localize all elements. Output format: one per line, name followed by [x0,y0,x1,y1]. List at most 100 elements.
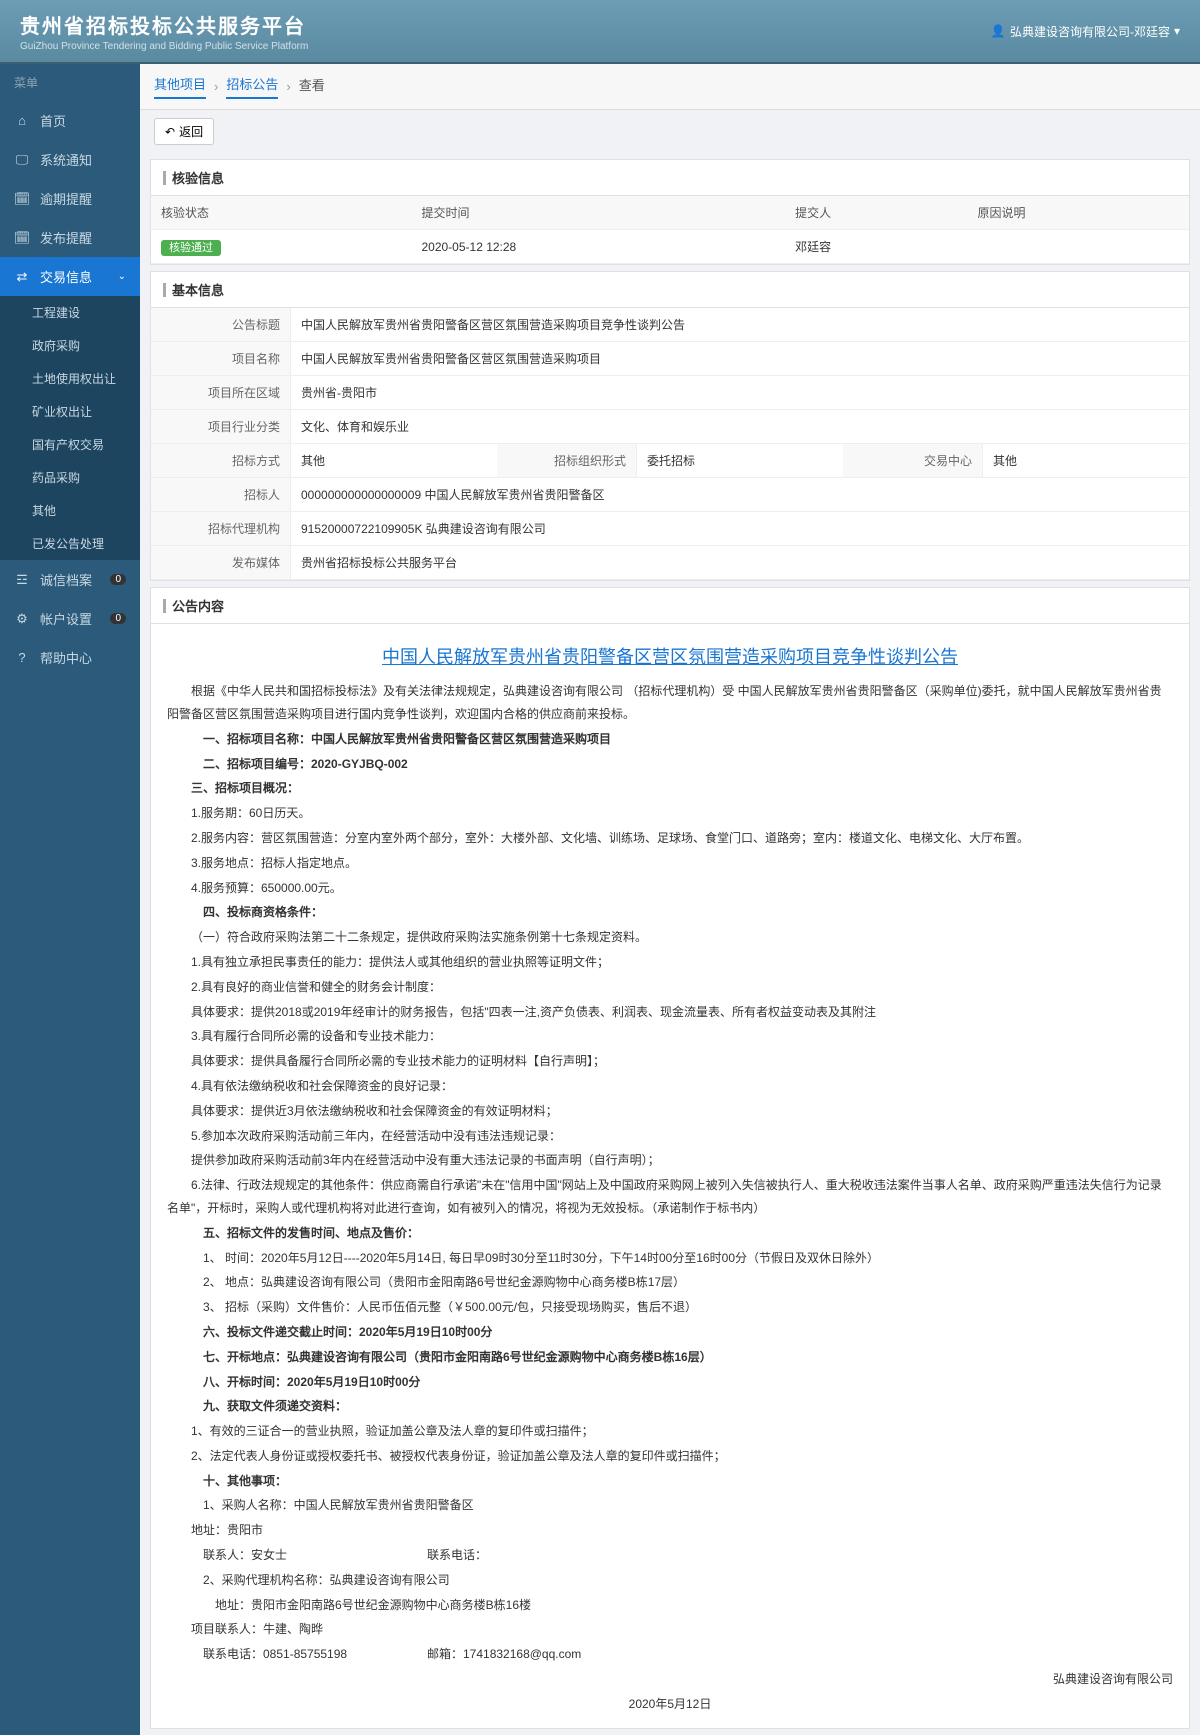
sidebar-label: 帐户设置 [40,609,92,628]
bell-icon: 🗓 [14,230,30,246]
sub-item-land[interactable]: 土地使用权出让 [18,362,140,395]
sub-label: 已发公告处理 [32,535,104,552]
label: 公告标题 [151,308,291,341]
value: 其他 [291,444,497,477]
p: （一）符合政府采购法第二十二条规定，提供政府采购法实施条例第十七条规定资料。 [167,926,1173,949]
sidebar: 菜单 ⌂首页 🖵系统通知 🗓逾期提醒 🗓 发布提醒 ⇄交易信息⌄ 工程建设 政府采… [0,64,140,1735]
value: 贵州省招标投标公共服务平台 [291,546,1189,579]
sub-item-published[interactable]: 已发公告处理 [18,527,140,560]
p: 1、采购人名称：中国人民解放军贵州省贵阳警备区 [167,1494,1173,1517]
value: 000000000000000009 中国人民解放军贵州省贵阳警备区 [291,478,1189,511]
p: 地址：贵阳市金阳南路6号世纪金源购物中心商务楼B栋16楼 [167,1594,1173,1617]
label: 招标方式 [151,444,291,477]
table-row: 核验通过 2020-05-12 12:28 邓廷容 [151,230,1189,264]
label: 招标人 [151,478,291,511]
sub-item-gov-procure[interactable]: 政府采购 [18,329,140,362]
p: 四、投标商资格条件： [167,901,1173,924]
p: 地址：贵阳市 [167,1519,1173,1542]
contact-name: 联系人：安女士 [167,1544,427,1567]
sidebar-item-overdue[interactable]: 🗓逾期提醒 [0,179,140,218]
verify-table: 核验状态 提交时间 提交人 原因说明 核验通过 2020-05-12 12:28… [151,196,1189,264]
th-status: 核验状态 [151,196,411,230]
sub-label: 矿业权出让 [32,403,92,420]
label: 发布媒体 [151,546,291,579]
th-reason: 原因说明 [968,196,1189,230]
user-menu[interactable]: 👤 弘典建设咨询有限公司-邓廷容 ▾ [990,23,1180,40]
menu-heading: 菜单 [0,64,140,101]
sub-item-drug[interactable]: 药品采购 [18,461,140,494]
p: 2.具有良好的商业信誉和健全的财务会计制度： [167,976,1173,999]
pm-email: 邮箱：1741832168@qq.com [427,1643,581,1666]
home-icon: ⌂ [14,113,30,128]
verify-title: 核验信息 [151,160,1189,196]
sidebar-item-help[interactable]: ? 帮助中心 [0,638,140,677]
breadcrumb-item[interactable]: 其他项目 [154,74,206,99]
sidebar-label: 帮助中心 [40,648,92,667]
sub-item-other[interactable]: 其他 [18,494,140,527]
p: 3.服务地点：招标人指定地点。 [167,852,1173,875]
sidebar-label: 系统通知 [40,150,92,169]
p: 1.具有独立承担民事责任的能力：提供法人或其他组织的营业执照等证明文件； [167,951,1173,974]
p: 六、投标文件递交截止时间：2020年5月19日10时00分 [167,1321,1173,1344]
contact-phone-label: 联系电话： [427,1544,487,1567]
sub-label: 土地使用权出让 [32,370,116,387]
value: 其他 [983,444,1189,477]
p: 七、开标地点：弘典建设咨询有限公司（贵阳市金阳南路6号世纪金源购物中心商务楼B栋… [167,1346,1173,1369]
breadcrumb-sep: › [286,79,290,94]
cell-reason [968,230,1189,264]
back-button[interactable]: ↶返回 [154,118,214,145]
p: 3.具有履行合同所必需的设备和专业技术能力： [167,1025,1173,1048]
p: 五、招标文件的发售时间、地点及售价： [167,1222,1173,1245]
p: 1.服务期：60日历天。 [167,802,1173,825]
p: 项目联系人：牛建、陶晔 [167,1618,1173,1641]
p: 1、有效的三证合一的营业执照，验证加盖公章及法人章的复印件或扫描件； [167,1420,1173,1443]
value: 贵州省-贵阳市 [291,376,1189,409]
sub-item-property[interactable]: 国有产权交易 [18,428,140,461]
sidebar-item-publish[interactable]: 🗓 发布提醒 [0,218,140,257]
basic-panel: 基本信息 公告标题中国人民解放军贵州省贵阳警备区营区氛围营造采购项目竞争性谈判公… [150,271,1190,581]
sub-item-engineering[interactable]: 工程建设 [18,296,140,329]
app-title: 贵州省招标投标公共服务平台 [20,10,308,39]
label: 招标代理机构 [151,512,291,545]
verify-panel: 核验信息 核验状态 提交时间 提交人 原因说明 核验通过 2020-05-12 … [150,159,1190,265]
value: 91520000722109905K 弘典建设咨询有限公司 [291,512,1189,545]
sidebar-item-trade[interactable]: ⇄交易信息⌄ [0,257,140,296]
sub-item-mining[interactable]: 矿业权出让 [18,395,140,428]
help-icon: ? [14,650,30,665]
user-icon: 👤 [990,24,1006,38]
cell-submitter: 邓廷容 [785,230,967,264]
sidebar-item-notice[interactable]: 🖵系统通知 [0,140,140,179]
p: 九、获取文件须递交资料： [167,1395,1173,1418]
sub-menu: 工程建设 政府采购 土地使用权出让 矿业权出让 国有产权交易 药品采购 其他 已… [0,296,140,560]
app-subtitle: GuiZhou Province Tendering and Bidding P… [20,41,308,52]
back-icon: ↶ [165,125,175,139]
p: 2、 地点：弘典建设咨询有限公司（贵阳市金阳南路6号世纪金源购物中心商务楼B栋1… [167,1271,1173,1294]
content-title: 中国人民解放军贵州省贵阳警备区营区氛围营造采购项目竞争性谈判公告 [167,640,1173,674]
user-name: 弘典建设咨询有限公司-邓廷容 [1010,23,1170,40]
sidebar-item-home[interactable]: ⌂首页 [0,101,140,140]
p: 一、招标项目名称：中国人民解放军贵州省贵阳警备区营区氛围营造采购项目 [167,728,1173,751]
value: 中国人民解放军贵州省贵阳警备区营区氛围营造采购项目 [291,342,1189,375]
contact-row: 联系人：安女士 联系电话： [167,1544,1173,1567]
p: 2.服务内容：营区氛围营造：分室内室外两个部分，室外：大楼外部、文化墙、训练场、… [167,827,1173,850]
sidebar-item-account[interactable]: ⚙帐户设置0 [0,599,140,638]
breadcrumb-item: 查看 [299,75,325,98]
p: 6.法律、行政法规规定的其他条件：供应商需自行承诺"未在"信用中国"网站上及中国… [167,1174,1173,1220]
sidebar-label: 发布提醒 [40,228,92,247]
contact-row: 联系电话：0851-85755198 邮箱：1741832168@qq.com [167,1643,1173,1666]
breadcrumb-item[interactable]: 招标公告 [226,74,278,99]
p: 三、招标项目概况： [167,777,1173,800]
chevron-down-icon: ▾ [1174,24,1180,38]
label: 项目行业分类 [151,410,291,443]
sidebar-label: 逾期提醒 [40,189,92,208]
sub-label: 工程建设 [32,304,80,321]
gear-icon: ⚙ [14,611,30,627]
sidebar-label: 诚信档案 [40,570,92,589]
p: 八、开标时间：2020年5月19日10时00分 [167,1371,1173,1394]
content-section-title: 公告内容 [151,588,1189,624]
th-submitter: 提交人 [785,196,967,230]
file-icon: ☲ [14,572,30,588]
p: 5.参加本次政府采购活动前三年内，在经营活动中没有违法违规记录： [167,1125,1173,1148]
p: 具体要求：提供2018或2019年经审计的财务报告，包括"四表一注,资产负债表、… [167,1001,1173,1024]
sidebar-item-credit[interactable]: ☲诚信档案0 [0,560,140,599]
